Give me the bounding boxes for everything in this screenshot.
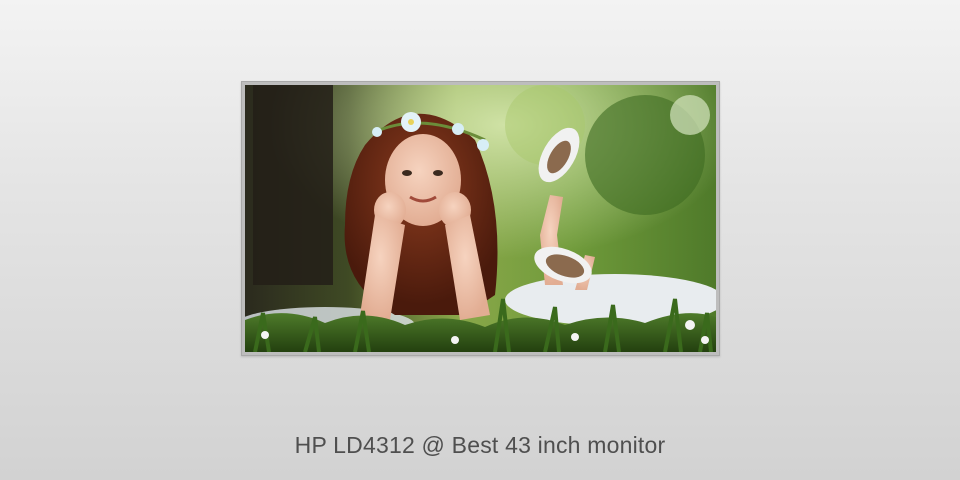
product-caption: HP LD4312 @ Best 43 inch monitor	[294, 432, 666, 458]
monitor-frame	[241, 81, 720, 356]
monitor-screen	[245, 85, 716, 352]
product-photo	[245, 85, 716, 352]
